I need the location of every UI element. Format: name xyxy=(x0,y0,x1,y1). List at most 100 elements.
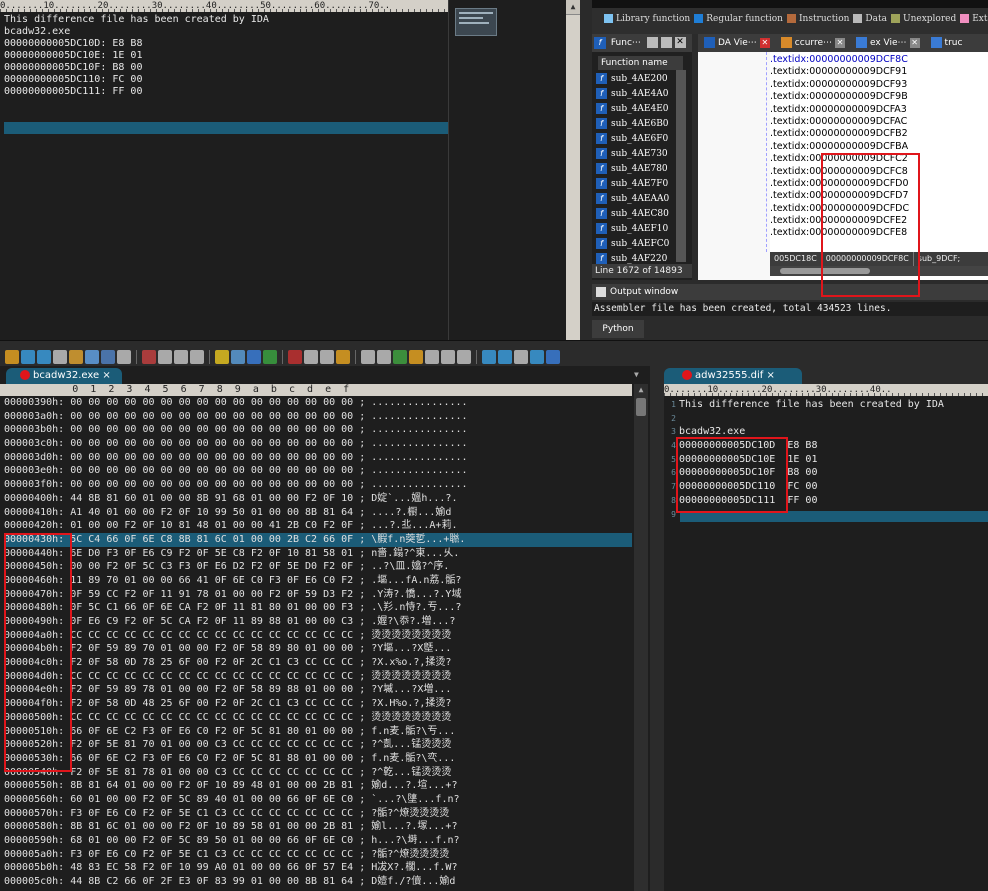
toolbar-button-icon[interactable] xyxy=(21,349,35,364)
toolbar-button-icon[interactable] xyxy=(37,349,51,364)
tab-dif-file[interactable]: adw32555.dif × xyxy=(664,368,802,384)
toolbar-button-icon[interactable] xyxy=(361,349,375,364)
hex-row[interactable]: 00000420h: 01 00 00 F2 0F 10 81 48 01 00… xyxy=(4,519,632,533)
toolbar-button-icon[interactable] xyxy=(304,349,318,364)
hex-row[interactable]: 00000530h: 66 0F 6E C2 F3 0F E6 C0 F2 0F… xyxy=(4,752,632,766)
restore-button[interactable] xyxy=(646,37,658,48)
hex-row[interactable]: 000004f0h: F2 0F 58 0D 48 25 6F 00 F2 0F… xyxy=(4,697,632,711)
hex-row[interactable]: 000004b0h: F2 0F 59 89 70 01 00 00 F2 0F… xyxy=(4,642,632,656)
toolbar-button-icon[interactable] xyxy=(85,349,99,364)
toolbar-button-icon[interactable] xyxy=(101,349,115,364)
hex-row[interactable]: 000003b0h: 00 00 00 00 00 00 00 00 00 00… xyxy=(4,423,632,437)
toolbar-button-icon[interactable] xyxy=(393,349,407,364)
close-icon[interactable]: ✕ xyxy=(909,37,920,48)
close-icon[interactable]: ✕ xyxy=(834,37,845,48)
hex-row[interactable]: 00000590h: 68 01 00 00 F2 0F 5C 89 50 01… xyxy=(4,834,632,848)
hex-row[interactable]: 00000450h: 00 00 F2 0F 5C C3 F3 0F E6 D2… xyxy=(4,560,632,574)
hex-row[interactable]: 00000570h: F3 0F E6 C0 F2 0F 5E C1 C3 CC… xyxy=(4,807,632,821)
close-tab-icon[interactable]: × xyxy=(102,370,110,381)
hex-row[interactable]: 00000430h: 5C C4 66 0F 6E C8 8B 81 6C 01… xyxy=(4,532,632,547)
toolbar-button-icon[interactable] xyxy=(498,349,512,364)
hex-row[interactable]: 00000460h: 11 89 70 01 00 00 66 41 0F 6E… xyxy=(4,574,632,588)
disasm-line[interactable]: .textidx:00000000009DCFA3 xyxy=(770,104,988,116)
print-button[interactable] xyxy=(660,37,672,48)
hex-row[interactable]: 00000390h: 00 00 00 00 00 00 00 00 00 00… xyxy=(4,396,632,410)
hex-row[interactable]: 000004c0h: F2 0F 58 0D 78 25 6F 00 F2 0F… xyxy=(4,656,632,670)
close-tab-icon[interactable]: × xyxy=(766,370,774,381)
tab-functions[interactable]: Func⋯ xyxy=(611,38,641,48)
hex-row[interactable]: 000003f0h: 00 00 00 00 00 00 00 00 00 00… xyxy=(4,478,632,492)
hex-row[interactable]: 00000520h: F2 0F 5E 81 70 01 00 00 C3 CC… xyxy=(4,738,632,752)
toolbar-button-icon[interactable] xyxy=(263,349,277,364)
hex-row[interactable]: 00000510h: 66 0F 6E C2 F3 0F E6 C0 F2 0F… xyxy=(4,725,632,739)
hex-row[interactable]: 000003c0h: 00 00 00 00 00 00 00 00 00 00… xyxy=(4,437,632,451)
disasm-line[interactable]: .textidx:00000000009DCFB2 xyxy=(770,128,988,140)
disasm-line[interactable]: .textidx:00000000009DCFBA xyxy=(770,141,988,153)
toolbar-button-icon[interactable] xyxy=(288,349,302,364)
hex-row[interactable]: 000005a0h: F3 0F E6 C0 F2 0F 5E C1 C3 CC… xyxy=(4,848,632,862)
disasm-line[interactable]: .textidx:00000000009DCF8C xyxy=(770,54,988,66)
function-name-header[interactable]: Function name xyxy=(598,56,683,70)
hex-row[interactable]: 00000550h: 8B 81 64 01 00 00 F2 0F 10 89… xyxy=(4,779,632,793)
tab-view[interactable]: truc xyxy=(925,34,965,52)
hex-row[interactable]: 00000500h: CC CC CC CC CC CC CC CC CC CC… xyxy=(4,711,632,725)
toolbar-button-icon[interactable] xyxy=(482,349,496,364)
toolbar-button-icon[interactable] xyxy=(530,349,544,364)
hex-row[interactable]: 000004a0h: CC CC CC CC CC CC CC CC CC CC… xyxy=(4,629,632,643)
tab-view[interactable]: ccurre⋯ ✕ xyxy=(775,34,847,52)
toolbar-button-icon[interactable] xyxy=(546,349,560,364)
disasm-line[interactable]: .textidx:00000000009DCF93 xyxy=(770,79,988,91)
top-left-editor[interactable]: 0.......10........20........30........40… xyxy=(0,0,448,340)
hex-scrollbar[interactable]: ▲ xyxy=(634,384,648,891)
toolbar-button-icon[interactable] xyxy=(53,349,67,364)
toolbar-button-icon[interactable] xyxy=(377,349,391,364)
dif-line[interactable]: 1 This difference file has been created b… xyxy=(664,398,988,412)
hex-row[interactable]: 00000560h: 60 01 00 00 F2 0F 5C 89 40 01… xyxy=(4,793,632,807)
hex-row[interactable]: 000004e0h: F2 0F 59 89 78 01 00 00 F2 0F… xyxy=(4,683,632,697)
toolbar-button-icon[interactable] xyxy=(5,349,19,364)
hex-row[interactable]: 00000580h: 8B 81 6C 01 00 00 F2 0F 10 89… xyxy=(4,820,632,834)
close-icon[interactable]: ✕ xyxy=(674,37,686,48)
top-left-scrollbar[interactable]: ▲ xyxy=(566,0,580,340)
tab-dropdown-icon[interactable]: ▼ xyxy=(634,368,646,382)
hex-editor[interactable]: 0 1 2 3 4 5 6 7 8 9 a b c d e f 00000390… xyxy=(0,384,632,891)
hex-row[interactable]: 00000480h: 0F 5C C1 66 0F 6E CA F2 0F 11… xyxy=(4,601,632,615)
toolbar-button-icon[interactable] xyxy=(320,349,334,364)
hex-row[interactable]: 000003d0h: 00 00 00 00 00 00 00 00 00 00… xyxy=(4,451,632,465)
hex-row[interactable]: 000003e0h: 00 00 00 00 00 00 00 00 00 00… xyxy=(4,464,632,478)
hex-row[interactable]: 000003a0h: 00 00 00 00 00 00 00 00 00 00… xyxy=(4,410,632,424)
tab-view[interactable]: DA Vie⋯ ✕ xyxy=(698,34,772,52)
toolbar-button-icon[interactable] xyxy=(69,349,83,364)
toolbar-button-icon[interactable] xyxy=(142,349,156,364)
disasm-line[interactable]: .textidx:00000000009DCFAC xyxy=(770,116,988,128)
toolbar-button-icon[interactable] xyxy=(117,349,131,364)
toolbar-button-icon[interactable] xyxy=(514,349,528,364)
hex-row[interactable]: 00000470h: 0F 59 CC F2 0F 11 91 78 01 00… xyxy=(4,588,632,602)
tab-view[interactable]: ex Vie⋯ ✕ xyxy=(850,34,922,52)
toolbar-button-icon[interactable] xyxy=(190,349,204,364)
python-tab[interactable]: Python xyxy=(592,320,644,338)
toolbar-button-icon[interactable] xyxy=(409,349,423,364)
hex-row[interactable]: 00000410h: A1 40 01 00 00 F2 0F 10 99 50… xyxy=(4,506,632,520)
hex-row[interactable]: 00000490h: 0F E6 C9 F2 0F 5C CA F2 0F 11… xyxy=(4,615,632,629)
tab-hex-file[interactable]: bcadw32.exe × xyxy=(6,368,122,384)
disasm-line[interactable]: .textidx:00000000009DCF91 xyxy=(770,66,988,78)
hex-row[interactable]: 000005b0h: 48 83 EC 58 F2 0F 10 99 A0 01… xyxy=(4,861,632,875)
hex-row[interactable]: 00000400h: 44 8B 81 60 01 00 00 8B 91 68… xyxy=(4,492,632,506)
toolbar-button-icon[interactable] xyxy=(215,349,229,364)
toolbar-button-icon[interactable] xyxy=(174,349,188,364)
toolbar-button-icon[interactable] xyxy=(457,349,471,364)
toolbar-button-icon[interactable] xyxy=(247,349,261,364)
dif-line[interactable]: 2 xyxy=(664,412,988,426)
hex-row[interactable]: 00000540h: F2 0F 5E 81 78 01 00 00 C3 CC… xyxy=(4,766,632,780)
toolbar-button-icon[interactable] xyxy=(158,349,172,364)
toolbar-button-icon[interactable] xyxy=(231,349,245,364)
toolbar-button-icon[interactable] xyxy=(336,349,350,364)
hex-row[interactable]: 00000440h: 6E D0 F3 0F E6 C9 F2 0F 5E C8… xyxy=(4,547,632,561)
toolbar-button-icon[interactable] xyxy=(441,349,455,364)
hex-row[interactable]: 000005c0h: 44 8B C2 66 0F 2F E3 0F 83 99… xyxy=(4,875,632,889)
disasm-line[interactable]: .textidx:00000000009DCF9B xyxy=(770,91,988,103)
toolbar-button-icon[interactable] xyxy=(425,349,439,364)
close-icon[interactable]: ✕ xyxy=(759,37,770,48)
hex-row[interactable]: 000004d0h: CC CC CC CC CC CC CC CC CC CC… xyxy=(4,670,632,684)
